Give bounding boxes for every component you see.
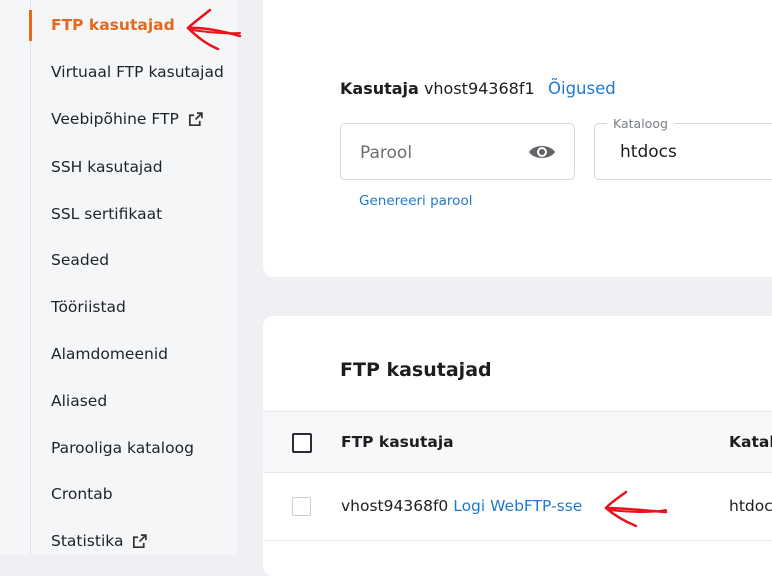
password-placeholder: Parool <box>360 143 413 163</box>
sidebar-item-label: Virtuaal FTP kasutajad <box>51 63 224 81</box>
directory-label: Kataloog <box>607 116 674 131</box>
sidebar-item-label: Parooliga kataloog <box>51 439 194 457</box>
sidebar-item-statistics[interactable]: Statistika <box>51 532 148 550</box>
sidebar-item-label: SSH kasutajad <box>51 158 163 176</box>
external-link-icon <box>188 111 203 126</box>
directory-value: htdocs <box>620 142 677 162</box>
sidebar-item-ssl[interactable]: SSL sertifikaat <box>51 205 162 223</box>
active-indicator <box>29 10 32 41</box>
sidebar-item-ftp-users[interactable]: FTP kasutajad <box>51 16 175 34</box>
external-link-icon <box>133 533 148 548</box>
annotation-arrow-icon <box>186 8 242 51</box>
eye-icon[interactable] <box>527 142 557 162</box>
user-key: Kasutaja <box>340 79 419 98</box>
webftp-login-link[interactable]: Logi WebFTP-sse <box>453 497 582 515</box>
table-row: vhost94368f0 Logi WebFTP-sse <box>341 497 582 515</box>
sidebar-divider <box>30 0 31 555</box>
sidebar-item-aliases[interactable]: Aliased <box>51 392 107 410</box>
row-checkbox[interactable] <box>292 497 311 516</box>
sidebar-item-virtual-ftp-users[interactable]: Virtuaal FTP kasutajad <box>51 63 224 81</box>
sidebar-item-protected-dir[interactable]: Parooliga kataloog <box>51 439 194 457</box>
sidebar-item-label: Tööriistad <box>51 298 126 316</box>
user-line: Kasutaja vhost94368f1 <box>340 79 535 98</box>
rights-link[interactable]: Õigused <box>548 79 616 98</box>
column-header-user[interactable]: FTP kasutaja <box>341 433 454 451</box>
row-divider <box>263 540 772 541</box>
password-field[interactable]: Parool <box>340 123 575 180</box>
table-header <box>263 411 772 473</box>
sidebar-item-label: FTP kasutajad <box>51 16 175 34</box>
sidebar-item-label: Statistika <box>51 532 124 550</box>
sidebar-item-crontab[interactable]: Crontab <box>51 485 113 503</box>
sidebar: FTP kasutajad Virtuaal FTP kasutajad Vee… <box>0 0 237 555</box>
sidebar-item-tools[interactable]: Tööriistad <box>51 298 126 316</box>
sidebar-item-label: Veebipõhine FTP <box>51 110 179 128</box>
sidebar-item-ssh-users[interactable]: SSH kasutajad <box>51 158 163 176</box>
select-all-checkbox[interactable] <box>292 433 312 453</box>
sidebar-item-subdomains[interactable]: Alamdomeenid <box>51 345 168 363</box>
generate-password-link[interactable]: Genereeri parool <box>359 193 472 209</box>
sidebar-item-label: Aliased <box>51 392 108 410</box>
user-value: vhost94368f1 <box>423 79 535 98</box>
sidebar-item-label: Alamdomeenid <box>51 345 168 363</box>
sidebar-item-settings[interactable]: Seaded <box>51 251 109 269</box>
row-directory: htdoc <box>729 497 772 515</box>
sidebar-item-label: SSL sertifikaat <box>51 205 163 223</box>
ftp-users-title: FTP kasutajad <box>340 359 492 381</box>
annotation-arrow-icon <box>604 490 668 528</box>
sidebar-item-label: Seaded <box>51 251 110 269</box>
sidebar-item-label: Crontab <box>51 485 113 503</box>
sidebar-item-web-ftp[interactable]: Veebipõhine FTP <box>51 110 204 128</box>
column-header-directory[interactable]: Katalo <box>729 433 772 451</box>
ftp-user-name: vhost94368f0 <box>341 497 449 515</box>
